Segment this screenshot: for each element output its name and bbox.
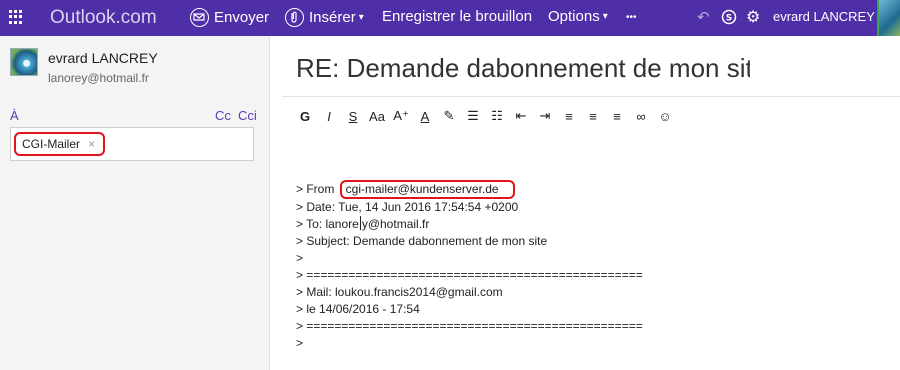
underline-button[interactable]: S	[341, 106, 365, 126]
insert-label: Insérer	[309, 9, 356, 26]
to-field[interactable]: CGI-Mailer ×	[10, 127, 254, 161]
align-center-button[interactable]: ≡	[581, 106, 605, 126]
emoji-button[interactable]: ☺	[653, 106, 677, 126]
body-subject-line: > Subject: Demande dabonnement de mon si…	[296, 234, 548, 248]
sender-email: lanorey@hotmail.fr	[48, 71, 149, 85]
send-icon	[190, 8, 209, 27]
body-to-line-end: y@hotmail.fr	[361, 217, 430, 231]
user-avatar[interactable]	[877, 0, 900, 36]
skype-icon[interactable]: S	[721, 9, 737, 29]
formatting-toolbar: G I S Aa A⁺ A ✎ ☰ ☷ ⇤ ⇥ ≡ ≡ ≡ ∞ ☺	[293, 106, 677, 126]
body-to-line-start: > To: lanore	[296, 217, 359, 231]
body-le-line: > le 14/06/2016 - 17:54	[296, 302, 420, 316]
gear-icon[interactable]: ⚙	[746, 7, 760, 26]
body-mail-line: > Mail: loukou.francis2014@gmail.com	[296, 285, 503, 299]
sender-name: evrard LANCREY	[48, 50, 158, 66]
numbered-list-button[interactable]: ☰	[461, 106, 485, 126]
chevron-down-icon: ▾	[358, 12, 364, 23]
recipient-chip-label: CGI-Mailer	[22, 137, 81, 151]
save-draft-button[interactable]: Enregistrer le brouillon	[382, 8, 532, 25]
send-label: Envoyer	[214, 9, 270, 26]
font-size-button[interactable]: Aa	[365, 106, 389, 126]
grow-font-button[interactable]: A⁺	[389, 106, 413, 126]
increase-indent-button[interactable]: ⇥	[533, 106, 557, 126]
from-address-highlight: cgi-mailer@kundenserver.de	[339, 180, 515, 199]
font-color-button[interactable]: A	[413, 106, 437, 126]
insert-link-button[interactable]: ∞	[629, 106, 653, 126]
top-bar: Outlook.com Envoyer Insérer ▾ Enregistre…	[0, 0, 900, 36]
text-cursor	[359, 216, 361, 230]
body-blank-line: >	[296, 251, 304, 265]
options-label: Options	[548, 8, 600, 25]
bullet-list-button[interactable]: ☷	[485, 106, 509, 126]
bold-button[interactable]: G	[293, 106, 317, 126]
subject-input[interactable]: RE: Demande dabonnement de mon site	[296, 53, 750, 87]
body-separator: > ======================================…	[296, 319, 643, 333]
decrease-indent-button[interactable]: ⇤	[509, 106, 533, 126]
svg-text:S: S	[726, 14, 732, 24]
insert-menu[interactable]: Insérer ▾	[285, 8, 364, 27]
options-menu[interactable]: Options ▾	[548, 8, 608, 25]
body-last-line: >	[296, 336, 304, 350]
highlight-button[interactable]: ✎	[437, 106, 461, 126]
user-menu[interactable]: evrard LANCREY	[773, 9, 875, 24]
body-from-prefix: > From	[296, 182, 338, 196]
body-date-line: > Date: Tue, 14 Jun 2016 17:54:54 +0200	[296, 200, 519, 214]
italic-button[interactable]: I	[317, 106, 341, 126]
recipient-chip[interactable]: CGI-Mailer ×	[14, 132, 106, 156]
send-button[interactable]: Envoyer	[190, 8, 269, 27]
app-launcher-icon[interactable]	[9, 10, 23, 24]
header-panel: evrard LANCREY lanorey@hotmail.fr À Cc C…	[0, 36, 270, 370]
more-actions-button[interactable]: •••	[626, 12, 637, 23]
save-draft-label: Enregistrer le brouillon	[382, 8, 533, 25]
brand-logo[interactable]: Outlook.com	[50, 7, 157, 29]
align-right-button[interactable]: ≡	[605, 106, 629, 126]
remove-recipient-icon[interactable]: ×	[88, 137, 95, 151]
align-left-button[interactable]: ≡	[557, 106, 581, 126]
body-separator: > ======================================…	[296, 268, 643, 282]
sender-avatar	[10, 48, 38, 76]
paperclip-icon	[285, 8, 304, 27]
chevron-down-icon: ▾	[602, 11, 608, 22]
message-body[interactable]: > From cgi-mailer@kundenserver.de > Date…	[296, 180, 643, 352]
bcc-button[interactable]: Cci	[238, 108, 257, 123]
to-label[interactable]: À	[10, 108, 19, 123]
undo-icon[interactable]: ↶	[697, 8, 710, 26]
subject-divider	[282, 96, 900, 97]
cc-button[interactable]: Cc	[215, 108, 231, 123]
